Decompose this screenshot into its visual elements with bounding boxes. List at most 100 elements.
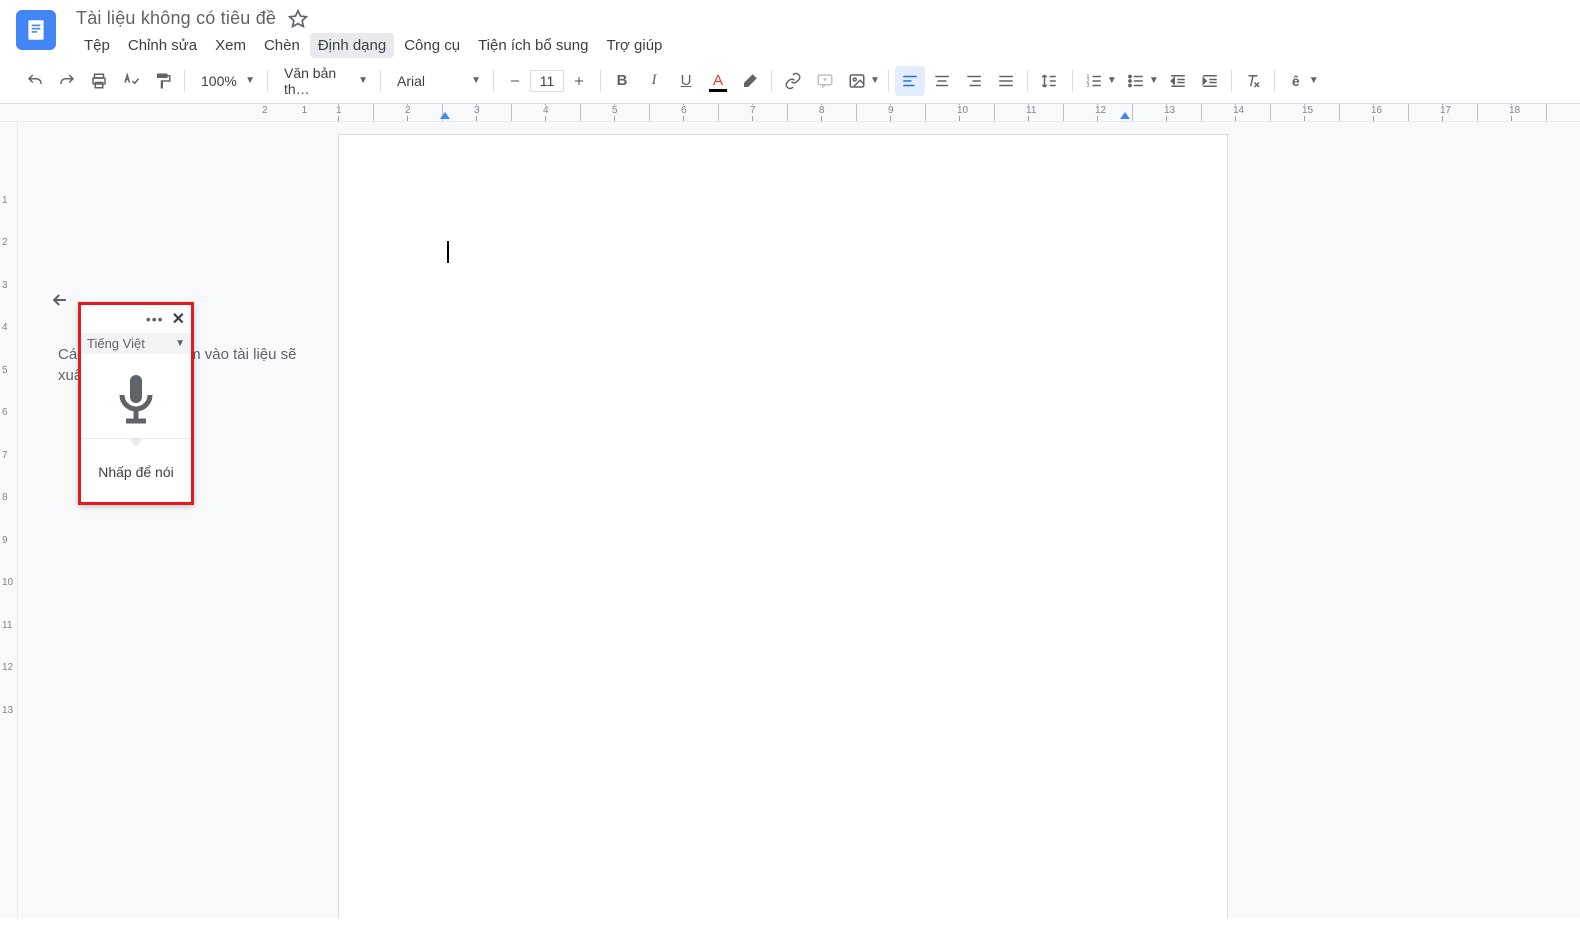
workarea: 12345678910111213 Các tiêu đề bạn thêm v… bbox=[0, 122, 1580, 918]
paragraph-style-select[interactable]: Văn bản th…▼ bbox=[274, 66, 374, 96]
ruler-tick: 13 bbox=[1166, 104, 1201, 121]
ruler-tick: 2 bbox=[407, 104, 442, 121]
separator bbox=[1072, 70, 1073, 92]
back-arrow-icon[interactable] bbox=[50, 290, 70, 310]
insert-link-button[interactable] bbox=[778, 66, 808, 96]
menu-edit[interactable]: Chỉnh sửa bbox=[120, 33, 205, 58]
microphone-button[interactable] bbox=[112, 370, 160, 432]
ruler-negative-area: 21 bbox=[262, 105, 307, 116]
zoom-select[interactable]: 100%▼ bbox=[191, 66, 261, 96]
separator bbox=[771, 70, 772, 92]
document-scroll-area[interactable]: Các tiêu đề bạn thêm vào tài liệu sẽ xuấ… bbox=[18, 122, 1580, 918]
decrease-font-size-button[interactable] bbox=[500, 66, 530, 96]
menu-tools[interactable]: Công cụ bbox=[396, 33, 468, 58]
highlight-color-button[interactable] bbox=[735, 66, 765, 96]
separator bbox=[184, 70, 185, 92]
vertical-ruler[interactable]: 12345678910111213 bbox=[0, 122, 18, 918]
bold-button[interactable]: B bbox=[607, 66, 637, 96]
insert-image-button[interactable]: ▼ bbox=[842, 66, 882, 96]
clear-formatting-button[interactable] bbox=[1238, 66, 1268, 96]
toolbar: 100%▼ Văn bản th…▼ Arial▼ B I U A ▼ 123▼… bbox=[0, 58, 1580, 104]
ruler-tick: 16 bbox=[1373, 104, 1408, 121]
right-indent-marker[interactable] bbox=[1120, 112, 1130, 119]
ruler-tick: 3 bbox=[476, 104, 511, 121]
ruler-tick: 7 bbox=[752, 104, 787, 121]
separator bbox=[1231, 70, 1232, 92]
ruler-tick: 10 bbox=[959, 104, 994, 121]
separator bbox=[1274, 70, 1275, 92]
paint-format-button[interactable] bbox=[148, 66, 178, 96]
document-title[interactable]: Tài liệu không có tiêu đề bbox=[76, 8, 276, 29]
ruler-tick: 4 bbox=[545, 104, 580, 121]
vruler-tick: 2 bbox=[2, 237, 8, 248]
redo-button[interactable] bbox=[52, 66, 82, 96]
italic-button[interactable]: I bbox=[639, 66, 669, 96]
vruler-tick: 1 bbox=[2, 195, 8, 206]
left-indent-marker[interactable] bbox=[440, 112, 450, 119]
decrease-indent-button[interactable] bbox=[1163, 66, 1193, 96]
font-size-input[interactable] bbox=[530, 70, 564, 92]
align-justify-button[interactable] bbox=[991, 66, 1021, 96]
insert-comment-button[interactable] bbox=[810, 66, 840, 96]
chevron-down-icon: ▼ bbox=[870, 75, 880, 86]
increase-font-size-button[interactable] bbox=[564, 66, 594, 96]
menu-insert[interactable]: Chèn bbox=[256, 33, 308, 58]
separator bbox=[888, 70, 889, 92]
vruler-tick: 9 bbox=[2, 535, 8, 546]
menu-view[interactable]: Xem bbox=[207, 33, 254, 58]
vruler-tick: 13 bbox=[2, 705, 13, 716]
vruler-tick: 11 bbox=[2, 620, 12, 631]
menu-help[interactable]: Trợ giúp bbox=[598, 33, 670, 58]
increase-indent-button[interactable] bbox=[1195, 66, 1225, 96]
chevron-down-icon: ▼ bbox=[1149, 75, 1159, 86]
align-center-button[interactable] bbox=[927, 66, 957, 96]
chevron-down-icon: ▼ bbox=[358, 75, 368, 86]
ruler-tick: 18 bbox=[1511, 104, 1546, 121]
numbered-list-button[interactable]: 123▼ bbox=[1079, 66, 1119, 96]
vruler-tick: 7 bbox=[2, 450, 8, 461]
voice-language-select[interactable]: Tiếng Việt ▼ bbox=[81, 333, 191, 354]
align-right-button[interactable] bbox=[959, 66, 989, 96]
vruler-tick: 10 bbox=[2, 577, 13, 588]
menubar: Tệp Chỉnh sửa Xem Chèn Định dạng Công cụ… bbox=[76, 33, 1564, 58]
font-select[interactable]: Arial▼ bbox=[387, 66, 487, 96]
separator bbox=[493, 70, 494, 92]
separator bbox=[1027, 70, 1028, 92]
undo-button[interactable] bbox=[20, 66, 50, 96]
ruler-tick: 1 bbox=[338, 104, 373, 121]
bulleted-list-button[interactable]: ▼ bbox=[1121, 66, 1161, 96]
line-spacing-button[interactable] bbox=[1034, 66, 1066, 96]
header: Tài liệu không có tiêu đề Tệp Chỉnh sửa … bbox=[0, 0, 1580, 58]
print-button[interactable] bbox=[84, 66, 114, 96]
align-left-button[interactable] bbox=[895, 66, 925, 96]
chevron-down-icon: ▼ bbox=[1107, 75, 1117, 86]
font-size-group bbox=[500, 66, 594, 96]
chevron-down-icon: ▼ bbox=[1309, 75, 1319, 86]
voice-typing-panel: ••• ✕ Tiếng Việt ▼ Nhấp để nói bbox=[78, 302, 194, 505]
voice-prompt-label: Nhấp để nói bbox=[81, 446, 191, 502]
menu-format[interactable]: Định dạng bbox=[310, 33, 394, 58]
text-cursor bbox=[447, 241, 449, 263]
ruler-tick: 5 bbox=[614, 104, 649, 121]
more-options-icon[interactable]: ••• bbox=[146, 311, 164, 327]
underline-button[interactable]: U bbox=[671, 66, 701, 96]
ruler-tick: 9 bbox=[890, 104, 925, 121]
ruler-tick: 14 bbox=[1235, 104, 1270, 121]
vruler-tick: 3 bbox=[2, 280, 8, 291]
vruler-tick: 12 bbox=[2, 662, 13, 673]
document-page[interactable] bbox=[338, 134, 1228, 918]
vruler-tick: 6 bbox=[2, 407, 8, 418]
separator bbox=[600, 70, 601, 92]
menu-addons[interactable]: Tiện ích bổ sung bbox=[470, 33, 596, 58]
ruler-tick: 8 bbox=[821, 104, 856, 121]
vruler-tick: 4 bbox=[2, 322, 8, 333]
menu-file[interactable]: Tệp bbox=[76, 33, 118, 58]
star-icon[interactable] bbox=[288, 9, 308, 29]
horizontal-ruler[interactable]: 21 123456789101112131415161718 bbox=[0, 104, 1580, 122]
vruler-tick: 8 bbox=[2, 492, 8, 503]
close-icon[interactable]: ✕ bbox=[172, 309, 185, 329]
docs-logo[interactable] bbox=[16, 10, 56, 50]
spellcheck-button[interactable] bbox=[116, 66, 146, 96]
input-method-button[interactable]: ê▼ bbox=[1281, 66, 1321, 96]
text-color-button[interactable]: A bbox=[703, 66, 733, 96]
